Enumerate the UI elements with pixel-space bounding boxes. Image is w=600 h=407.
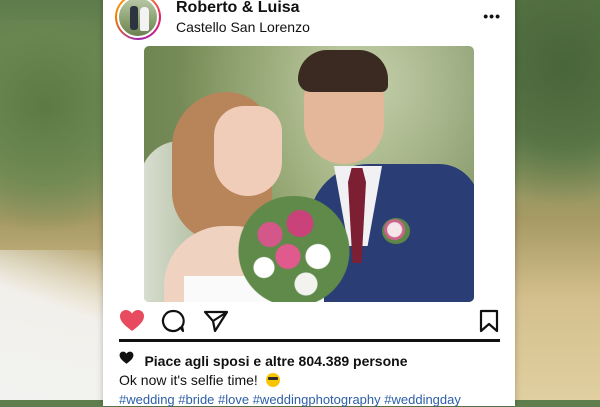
instagram-post-frame: Roberto & Luisa Castello San Lorenzo ••• [103,0,515,407]
likes-count-text: Piace agli sposi e altre 804.389 persone [144,352,408,369]
background-foliage-right [510,0,600,230]
caption-text: Ok now it's selfie time! [119,372,258,388]
post-location[interactable]: Castello San Lorenzo [176,19,310,35]
more-options-icon[interactable]: ••• [483,8,501,24]
background-veil [0,250,110,400]
boutonniere [382,218,410,244]
post-photo[interactable] [144,46,474,302]
avatar-image [117,0,159,38]
divider [119,339,500,342]
bride-face [214,106,282,196]
heart-icon[interactable] [119,309,145,338]
likes-summary[interactable]: Piace agli sposi e altre 804.389 persone [119,351,408,369]
sunglasses-emoji-icon [265,373,280,387]
comment-icon[interactable] [161,309,185,338]
heart-icon [119,351,134,370]
post-username[interactable]: Roberto & Luisa [176,0,300,17]
avatar[interactable] [115,0,161,40]
bookmark-icon[interactable] [479,309,499,338]
bridal-bouquet [234,196,354,302]
groom-hair [298,50,388,92]
send-icon[interactable] [203,309,229,338]
background-foliage-left [0,20,110,240]
post-caption: Ok now it's selfie time! [119,372,280,388]
post-actions [103,307,515,337]
